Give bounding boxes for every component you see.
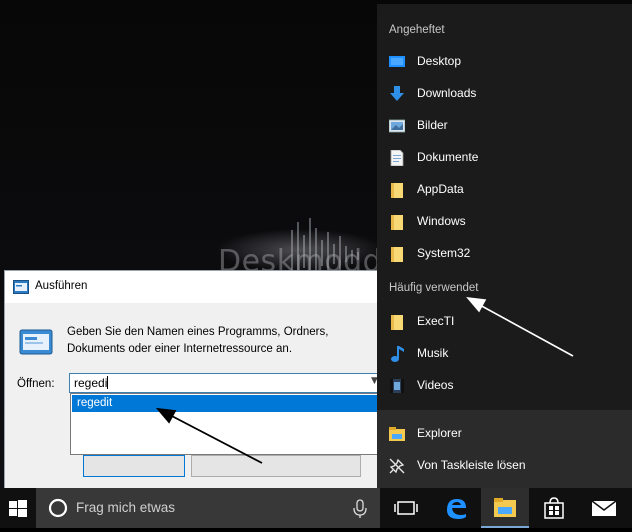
- task-view-button[interactable]: [382, 488, 430, 528]
- open-input-value: regedi: [74, 376, 108, 390]
- file-explorer-icon: [494, 498, 516, 517]
- run-titlebar[interactable]: Ausführen: [5, 271, 383, 303]
- taskbar: Frag mich etwas: [0, 488, 632, 528]
- jumplist-item-dokumente[interactable]: Dokumente: [377, 142, 632, 174]
- jumplist-item-label: Desktop: [417, 54, 462, 68]
- search-placeholder: Frag mich etwas: [76, 500, 176, 515]
- folder-icon: [391, 215, 403, 230]
- jumplist-item-label: AppData: [417, 182, 464, 196]
- run-program-icon: [19, 329, 53, 355]
- unpin-icon: [389, 458, 405, 474]
- run-dialog-title: Ausführen: [35, 280, 88, 292]
- folder-icon: [391, 247, 403, 262]
- autocomplete-list: regedit: [70, 393, 379, 455]
- pinned-header: Angeheftet: [389, 24, 445, 36]
- jumplist-item-label: Videos: [417, 378, 454, 392]
- folder-icon: [391, 315, 403, 330]
- jumplist-item-bilder[interactable]: Bilder: [377, 110, 632, 142]
- jumplist-item-execti[interactable]: ExecTI: [377, 306, 632, 338]
- jumplist-item-videos[interactable]: Videos: [377, 370, 632, 402]
- file-explorer-icon: [389, 427, 405, 441]
- edge-icon: [447, 499, 466, 519]
- file-explorer-button[interactable]: [481, 488, 529, 528]
- ok-button[interactable]: [83, 455, 185, 477]
- jumplist-action-explorer[interactable]: Explorer: [377, 418, 632, 450]
- jumplist-item-downloads[interactable]: Downloads: [377, 78, 632, 110]
- cortana-search-box[interactable]: Frag mich etwas: [36, 488, 380, 528]
- jumplist-item-windows[interactable]: Windows: [377, 206, 632, 238]
- open-input[interactable]: regedi: [69, 373, 379, 393]
- jumplist-item-label: Downloads: [417, 86, 477, 100]
- mail-icon: [591, 500, 617, 516]
- jumplist-item-musik[interactable]: Musik: [377, 338, 632, 370]
- edge-button[interactable]: [432, 488, 480, 528]
- task-view-icon: [394, 501, 418, 515]
- download-arrow-icon: [390, 86, 404, 101]
- autocomplete-item-regedit[interactable]: regedit: [72, 395, 377, 412]
- windows-start-icon: [9, 500, 27, 517]
- cortana-icon: [48, 498, 68, 518]
- pictures-icon: [389, 119, 405, 133]
- store-icon: [544, 497, 564, 519]
- text-caret: [107, 376, 109, 389]
- jumplist-item-label: Dokumente: [417, 150, 479, 164]
- video-icon: [390, 379, 404, 393]
- jumplist-item-desktop[interactable]: Desktop: [377, 46, 632, 78]
- desktop-icon: [389, 56, 405, 67]
- run-app-icon: [13, 280, 29, 294]
- store-button[interactable]: [530, 488, 578, 528]
- jumplist-item-label: Windows: [417, 214, 466, 228]
- frequent-header: Häufig verwendet: [389, 282, 479, 294]
- document-icon: [390, 150, 404, 166]
- jumplist-item-label: Explorer: [417, 426, 462, 440]
- explorer-jumplist: Angeheftet Desktop Downloads Bilder Doku…: [377, 4, 632, 488]
- jumplist-item-label: System32: [417, 246, 471, 260]
- jumplist-item-label: Musik: [417, 346, 449, 360]
- jumplist-item-label: ExecTI: [417, 314, 455, 328]
- jumplist-item-system32[interactable]: System32: [377, 238, 632, 270]
- jumplist-item-appdata[interactable]: AppData: [377, 174, 632, 206]
- jumplist-action-unpin[interactable]: Von Taskleiste lösen: [377, 450, 632, 482]
- folder-icon: [391, 183, 403, 198]
- jumplist-item-label: Bilder: [417, 118, 448, 132]
- music-note-icon: [391, 346, 404, 362]
- mail-button[interactable]: [580, 488, 628, 528]
- microphone-icon[interactable]: [350, 488, 370, 528]
- open-label: Öffnen:: [17, 378, 55, 390]
- cancel-button[interactable]: [191, 455, 361, 477]
- run-description: Geben Sie den Namen eines Programms, Ord…: [67, 326, 329, 355]
- run-dialog: Ausführen Geben Sie den Namen eines Prog…: [4, 270, 384, 492]
- start-button[interactable]: [0, 488, 36, 528]
- jumplist-item-label: Von Taskleiste lösen: [417, 458, 526, 472]
